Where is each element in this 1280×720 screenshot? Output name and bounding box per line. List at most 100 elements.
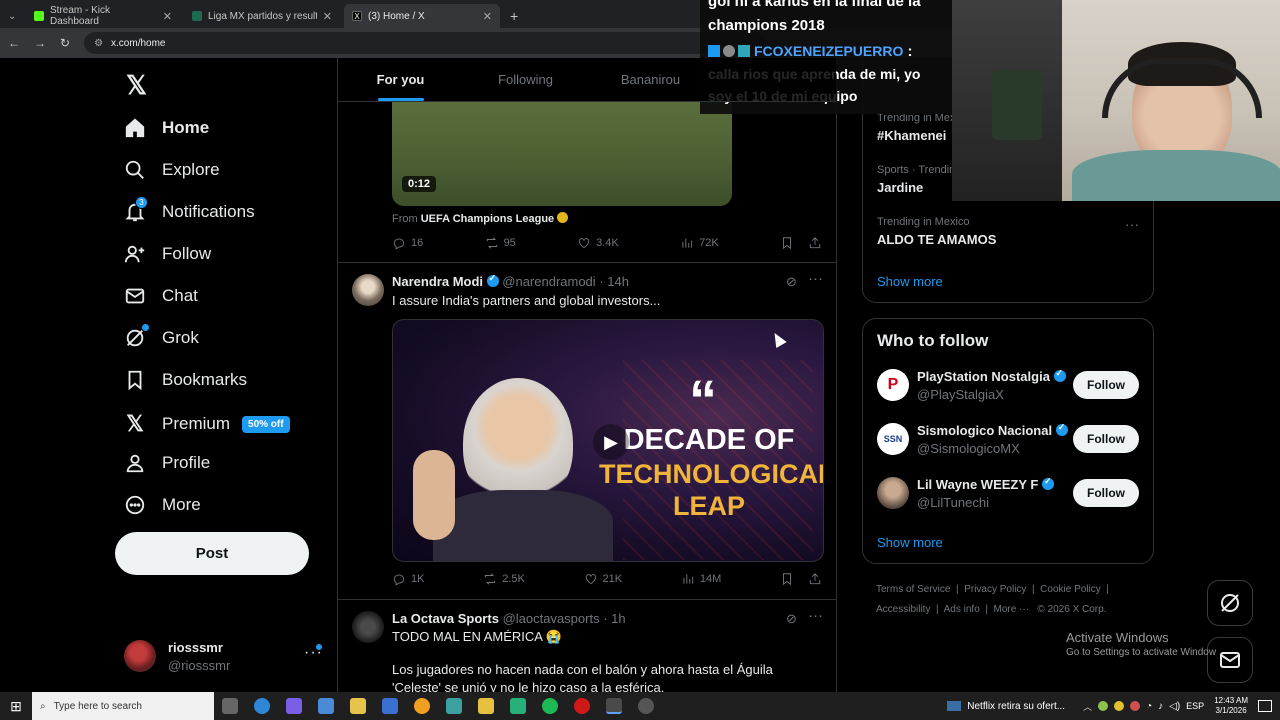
follow-suggestion[interactable]: SSN Sismologico Nacional @SismologicoMX … xyxy=(863,421,1153,467)
trend-item[interactable]: Sports · Trending Jardine xyxy=(877,164,961,195)
tab-bananirou[interactable]: Bananirou xyxy=(588,58,713,101)
nav-grok[interactable]: Grok xyxy=(124,324,199,349)
grok-floating-button[interactable] xyxy=(1207,580,1253,626)
views-button[interactable]: 14M xyxy=(681,572,721,586)
tray-app-icon[interactable] xyxy=(1114,701,1125,711)
nav-premium[interactable]: 𝕏 Premium 50% off xyxy=(124,411,290,437)
post-uefa[interactable]: 0:12 From UEFA Champions League 16 95 3.… xyxy=(338,102,836,263)
chrome-icon[interactable] xyxy=(606,698,622,714)
nav-home[interactable]: Home xyxy=(124,117,209,139)
author-handle[interactable]: @laoctavasports xyxy=(503,611,600,626)
file-explorer-icon[interactable] xyxy=(350,698,366,714)
news-headline[interactable]: Netflix retira su ofert... xyxy=(967,701,1065,712)
site-info-icon[interactable]: ⚙ xyxy=(94,38,103,49)
opera-icon[interactable] xyxy=(574,698,590,714)
tab-liga-mx[interactable]: Liga MX partidos y resultados 2 ✕ xyxy=(184,4,340,28)
close-icon[interactable]: ✕ xyxy=(163,10,172,23)
footer-link[interactable]: Cookie Policy xyxy=(1040,584,1101,595)
grok-icon[interactable]: ⊘ xyxy=(786,274,797,290)
share-icon[interactable] xyxy=(808,572,822,586)
nav-chat[interactable]: Chat xyxy=(124,285,198,307)
post-time[interactable]: 14h xyxy=(607,274,629,289)
app-icon[interactable] xyxy=(510,698,526,714)
reload-icon[interactable]: ↻ xyxy=(60,36,70,50)
nav-follow[interactable]: Follow xyxy=(124,243,211,265)
input-language[interactable]: ESP xyxy=(1186,701,1204,711)
tab-x-home[interactable]: X (3) Home / X ✕ xyxy=(344,4,500,28)
show-more-trends[interactable]: Show more xyxy=(877,274,943,289)
copilot-icon[interactable] xyxy=(286,698,302,714)
close-icon[interactable]: ✕ xyxy=(323,10,332,23)
post-image[interactable]: “ DECADE OF TECHNOLOGICAL LEAP ▶ xyxy=(392,319,824,562)
avatar[interactable] xyxy=(352,274,384,306)
folder-icon[interactable] xyxy=(478,698,494,714)
footer-link[interactable]: More ··· xyxy=(994,604,1030,615)
footer-link[interactable]: Accessibility xyxy=(876,604,930,615)
post-time[interactable]: 1h xyxy=(611,611,625,626)
tray-app-icon[interactable] xyxy=(1130,701,1141,711)
bookmark-icon[interactable] xyxy=(780,572,794,586)
windows-start-icon[interactable]: ⊞ xyxy=(0,692,32,720)
account-switcher[interactable]: riosssmr @riosssmr ··· xyxy=(112,634,334,678)
taskbar-search[interactable]: ⌕ Type here to search xyxy=(32,692,214,720)
firefox-icon[interactable] xyxy=(414,698,430,714)
post-button[interactable]: Post xyxy=(115,532,309,575)
clock[interactable]: 12:43 AM 3/1/2026 xyxy=(1214,696,1248,716)
repost-button[interactable]: 95 xyxy=(485,236,516,250)
nav-profile[interactable]: Profile xyxy=(124,452,210,474)
post-narendra-modi[interactable]: Narendra Modi @narendramodi · 14h ⊘ ··· … xyxy=(338,264,836,600)
grok-icon[interactable]: ⊘ xyxy=(786,611,797,627)
author-name[interactable]: La Octava Sports xyxy=(392,611,499,626)
nav-bookmarks[interactable]: Bookmarks xyxy=(124,369,247,391)
like-button[interactable]: 21K xyxy=(584,572,622,586)
footer-link[interactable]: Privacy Policy xyxy=(964,584,1026,595)
tab-more[interactable] xyxy=(713,58,836,101)
show-more-follow[interactable]: Show more xyxy=(877,535,943,550)
more-options-icon[interactable]: ··· xyxy=(808,270,823,287)
tray-app-icon[interactable] xyxy=(1098,701,1109,711)
volume-icon[interactable]: ◁) xyxy=(1169,701,1180,712)
like-button[interactable]: 3.4K xyxy=(577,236,619,250)
reply-button[interactable]: 1K xyxy=(392,572,424,586)
follow-button[interactable]: Follow xyxy=(1073,479,1139,507)
outlook-icon[interactable] xyxy=(318,698,334,714)
microphone-icon[interactable]: ♪ xyxy=(1158,701,1163,712)
nav-explore[interactable]: Explore xyxy=(124,159,220,181)
more-options-icon[interactable]: ··· xyxy=(1125,216,1139,232)
vscode-icon[interactable] xyxy=(382,698,398,714)
follow-suggestion[interactable]: Lil Wayne WEEZY F @LilTunechi Follow xyxy=(863,475,1153,521)
forward-icon[interactable]: → xyxy=(34,36,46,50)
bookmark-icon[interactable] xyxy=(780,236,794,250)
notification-center-icon[interactable] xyxy=(1258,700,1272,712)
notepad-icon[interactable] xyxy=(446,698,462,714)
x-logo-icon[interactable]: 𝕏 xyxy=(126,70,147,101)
tab-search-button[interactable]: ⌄ xyxy=(4,4,20,28)
edge-icon[interactable] xyxy=(254,698,270,714)
more-options-icon[interactable]: ··· xyxy=(808,607,823,624)
avatar[interactable] xyxy=(352,611,384,643)
tab-for-you[interactable]: For you xyxy=(338,58,463,101)
back-icon[interactable]: ← xyxy=(8,36,20,50)
footer-link[interactable]: Terms of Service xyxy=(876,584,950,595)
obs-icon[interactable] xyxy=(638,698,654,714)
tab-following[interactable]: Following xyxy=(463,58,588,101)
views-button[interactable]: 72K xyxy=(680,236,719,250)
author-name[interactable]: Narendra Modi xyxy=(392,274,483,289)
follow-button[interactable]: Follow xyxy=(1073,425,1139,453)
nav-notifications[interactable]: 3 Notifications xyxy=(124,196,255,223)
tray-chevron-icon[interactable]: ︿ xyxy=(1083,700,1092,713)
author-handle[interactable]: @narendramodi xyxy=(502,274,595,289)
spotify-icon[interactable] xyxy=(542,698,558,714)
reply-button[interactable]: 16 xyxy=(392,236,423,250)
nav-more[interactable]: More xyxy=(124,494,201,516)
video-player[interactable]: 0:12 xyxy=(392,102,732,206)
tab-kick-dashboard[interactable]: Stream - Kick Dashboard ✕ xyxy=(26,4,180,28)
url-field[interactable]: ⚙ x.com/home xyxy=(84,32,765,54)
play-icon[interactable]: ▶ xyxy=(593,424,629,460)
trend-item[interactable]: Trending in Mexico ALDO TE AMAMOS xyxy=(877,216,996,247)
network-icon[interactable]: ◔ xyxy=(1146,701,1152,712)
repost-button[interactable]: 2.5K xyxy=(483,572,525,586)
share-icon[interactable] xyxy=(808,236,822,250)
footer-link[interactable]: Ads info xyxy=(944,604,980,615)
new-tab-button[interactable]: + xyxy=(502,4,522,28)
